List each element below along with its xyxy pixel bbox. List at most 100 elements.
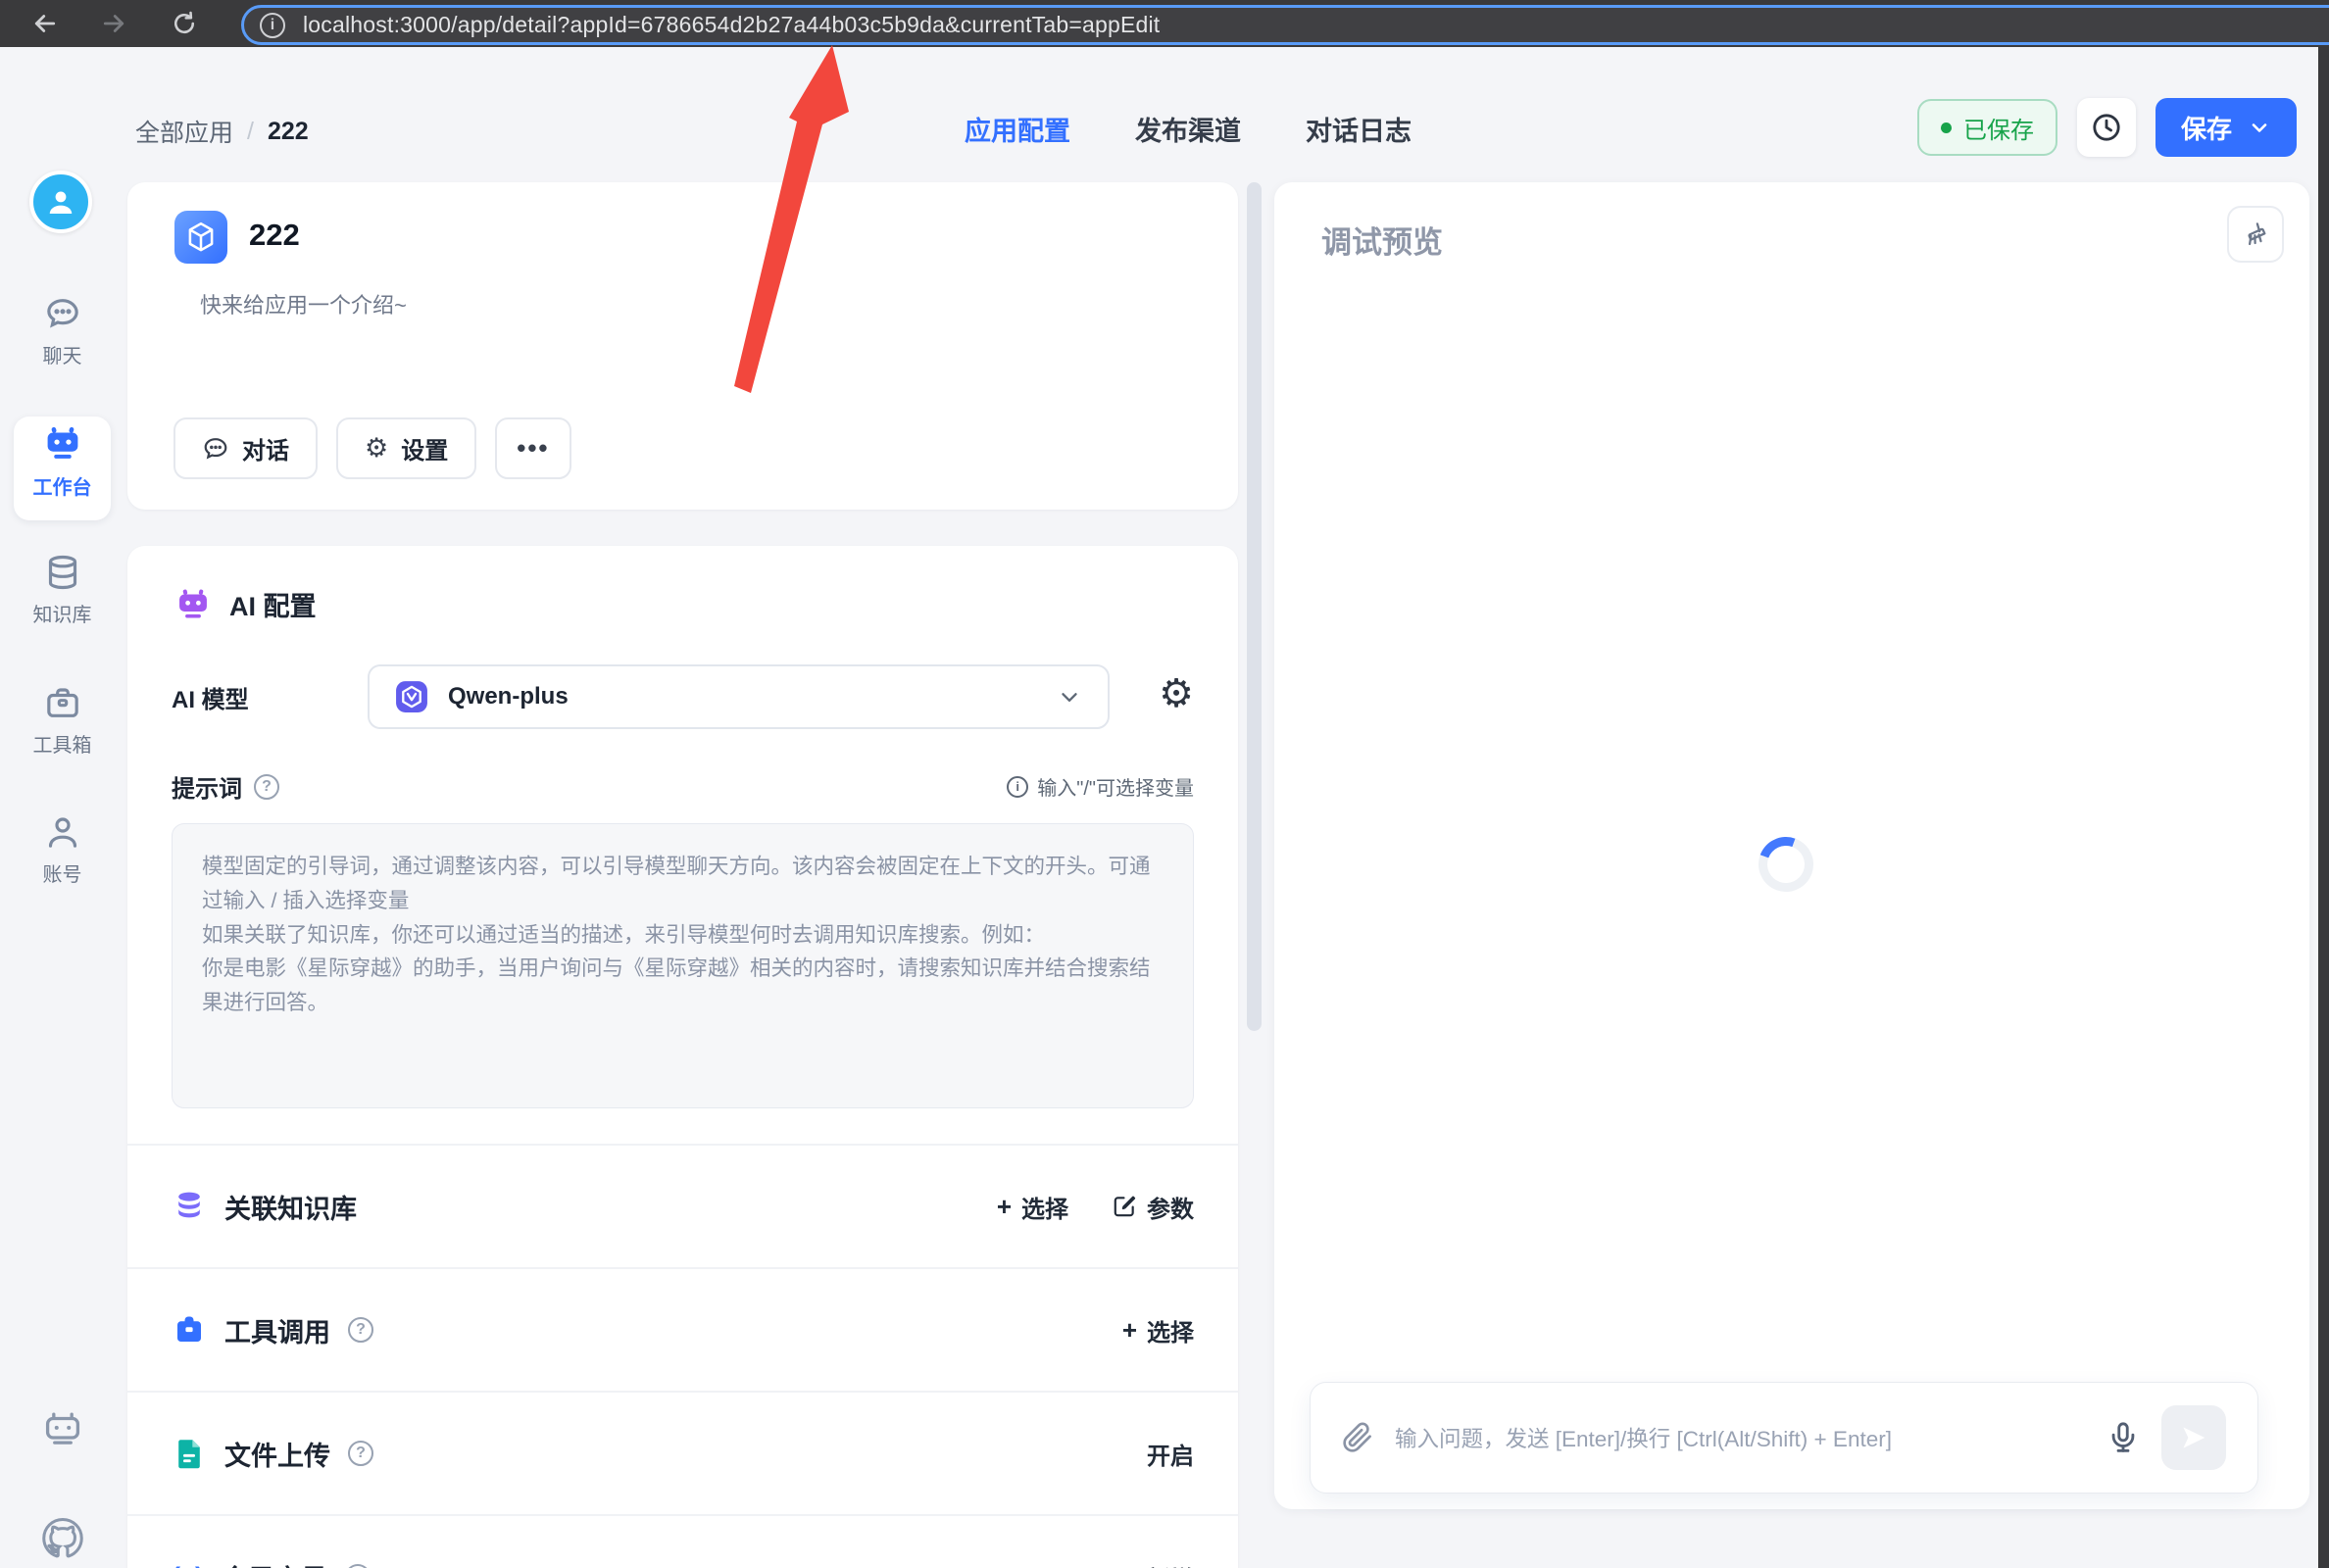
window-scrollbar-track[interactable] — [2318, 47, 2329, 1568]
reload-icon — [171, 10, 198, 37]
app-info-card: 222 快来给应用一个介绍~ 对话 ⚙ 设置 ••• — [127, 182, 1238, 510]
site-info-icon[interactable]: i — [260, 13, 285, 38]
saved-dot-icon — [1941, 122, 1952, 133]
file-upload-section: 文件上传 ? 开启 — [127, 1393, 1238, 1514]
robot-icon — [42, 423, 83, 465]
toolbox-icon — [43, 683, 82, 722]
ai-config-card: AI 配置 AI 模型 Qwen-plus ⚙ 提示词 ? i 输入"/"可选择… — [127, 546, 1238, 1568]
sidebar: 聊天 工作台 知识库 工具箱 账号 — [0, 47, 124, 1568]
sidebar-item-label: 账号 — [43, 858, 82, 887]
prompt-textarea[interactable]: 模型固定的引导词，通过调整该内容，可以引导模型聊天方向。该内容会被固定在上下文的… — [172, 823, 1194, 1108]
select-tool-button[interactable]: + 选择 — [1122, 1313, 1194, 1348]
chat-input-bar[interactable]: 输入问题，发送 [Enter]/换行 [Ctrl(Alt/Shift) + En… — [1310, 1382, 2258, 1494]
ai-robot-icon — [174, 586, 212, 623]
help-icon[interactable]: ? — [348, 1441, 373, 1466]
config-panel-scrollbar[interactable] — [1247, 182, 1262, 1031]
microphone-icon[interactable] — [2106, 1421, 2140, 1454]
browser-forward-button[interactable] — [94, 4, 133, 43]
browser-reload-button[interactable] — [165, 4, 204, 43]
add-label: 新增 — [1147, 1560, 1194, 1568]
plus-icon: + — [997, 1192, 1012, 1222]
sidebar-item-workbench[interactable]: 工作台 — [0, 423, 124, 500]
select-label: 选择 — [1147, 1313, 1194, 1348]
tab-publish-channel[interactable]: 发布渠道 — [1135, 110, 1241, 148]
select-knowledge-button[interactable]: + 选择 — [997, 1190, 1068, 1224]
header-actions: 已保存 保存 — [1917, 98, 2297, 157]
add-variable-button[interactable]: + 新增 — [1122, 1560, 1194, 1568]
ai-config-title: AI 配置 — [229, 585, 317, 623]
url-text[interactable]: localhost:3000/app/detail?appId=6786654d… — [303, 12, 1160, 38]
help-icon[interactable]: ? — [254, 774, 279, 800]
person-icon — [43, 812, 82, 852]
settings-button[interactable]: ⚙ 设置 — [336, 417, 476, 479]
avatar[interactable] — [29, 171, 92, 233]
more-actions-button[interactable]: ••• — [495, 417, 570, 479]
file-upload-state[interactable]: 开启 — [1147, 1437, 1194, 1471]
sidebar-item-chat[interactable]: 聊天 — [0, 294, 124, 368]
clear-chat-button[interactable] — [2227, 206, 2284, 263]
breadcrumb-root[interactable]: 全部应用 — [135, 114, 233, 149]
section-title: 工具调用 — [224, 1311, 330, 1349]
model-select[interactable]: Qwen-plus — [368, 664, 1110, 729]
breadcrumb-current: 222 — [268, 118, 309, 146]
sidebar-bot-link[interactable] — [0, 1409, 124, 1452]
address-bar[interactable]: i localhost:3000/app/detail?appId=678665… — [241, 5, 2329, 45]
tool-call-icon — [172, 1312, 207, 1348]
params-label: 参数 — [1147, 1190, 1194, 1224]
saved-status-badge: 已保存 — [1917, 99, 2057, 156]
user-icon — [43, 184, 78, 220]
edit-icon — [1112, 1194, 1137, 1219]
section-header: 关联知识库 — [172, 1188, 357, 1226]
plus-icon: + — [1122, 1315, 1137, 1346]
browser-back-button[interactable] — [25, 4, 65, 43]
back-arrow-icon — [30, 9, 60, 38]
saved-status-text: 已保存 — [1963, 111, 2034, 145]
params-button[interactable]: 参数 — [1112, 1190, 1194, 1224]
section-header: 工具调用 ? — [172, 1311, 373, 1349]
tab-app-config[interactable]: 应用配置 — [965, 110, 1070, 148]
sidebar-item-label: 聊天 — [43, 340, 82, 368]
send-button[interactable] — [2161, 1405, 2226, 1470]
info-icon: i — [1007, 776, 1028, 798]
prompt-row: 提示词 ? i 输入"/"可选择变量 — [172, 769, 1194, 804]
section-title: 全局变量 — [222, 1558, 327, 1568]
save-button[interactable]: 保存 — [2156, 98, 2297, 157]
sidebar-item-account[interactable]: 账号 — [0, 812, 124, 887]
database-icon — [43, 553, 82, 592]
chat-button[interactable]: 对话 — [173, 417, 318, 479]
app-action-buttons: 对话 ⚙ 设置 ••• — [173, 417, 571, 479]
github-icon — [41, 1517, 84, 1560]
help-icon[interactable]: ? — [345, 1564, 371, 1568]
prompt-hint-text: 输入"/"可选择变量 — [1037, 772, 1194, 801]
toggle-state-label: 开启 — [1147, 1437, 1194, 1471]
attachment-icon[interactable] — [1342, 1422, 1373, 1453]
global-variables-section: (x) 全局变量 ? + 新增 — [127, 1516, 1238, 1568]
chat-input-placeholder[interactable]: 输入问题，发送 [Enter]/换行 [Ctrl(Alt/Shift) + En… — [1395, 1422, 2085, 1453]
broom-icon — [2241, 220, 2270, 249]
knowledge-base-icon — [172, 1189, 207, 1224]
settings-button-label: 设置 — [401, 431, 448, 466]
version-history-button[interactable] — [2077, 98, 2136, 157]
chat-button-label: 对话 — [242, 431, 289, 466]
gear-icon: ⚙ — [365, 435, 388, 462]
tool-call-section: 工具调用 ? + 选择 — [127, 1269, 1238, 1391]
help-icon[interactable]: ? — [348, 1317, 373, 1343]
sidebar-item-knowledge[interactable]: 知识库 — [0, 553, 124, 627]
sidebar-item-label: 工作台 — [33, 471, 92, 500]
app-description[interactable]: 快来给应用一个介绍~ — [200, 288, 407, 319]
model-settings-gear-icon[interactable]: ⚙ — [1159, 674, 1194, 713]
clock-icon — [2090, 111, 2123, 144]
loading-spinner — [1750, 828, 1822, 901]
cube-logo-icon — [183, 220, 219, 255]
sidebar-item-toolbox[interactable]: 工具箱 — [0, 683, 124, 758]
tab-chat-logs[interactable]: 对话日志 — [1306, 110, 1412, 148]
prompt-label-group: 提示词 ? — [172, 769, 279, 804]
section-actions: + 新增 — [1122, 1560, 1194, 1568]
app-window: { "browser": { "url": "localhost:3000/ap… — [0, 0, 2329, 1568]
app-title: 222 — [249, 218, 300, 253]
debug-preview-title: 调试预览 — [1321, 218, 1443, 262]
chat-bubble-icon — [202, 435, 229, 463]
sidebar-github-link[interactable] — [0, 1517, 124, 1560]
section-actions: + 选择 参数 — [997, 1190, 1194, 1224]
browser-toolbar: i localhost:3000/app/detail?appId=678665… — [0, 0, 2329, 47]
